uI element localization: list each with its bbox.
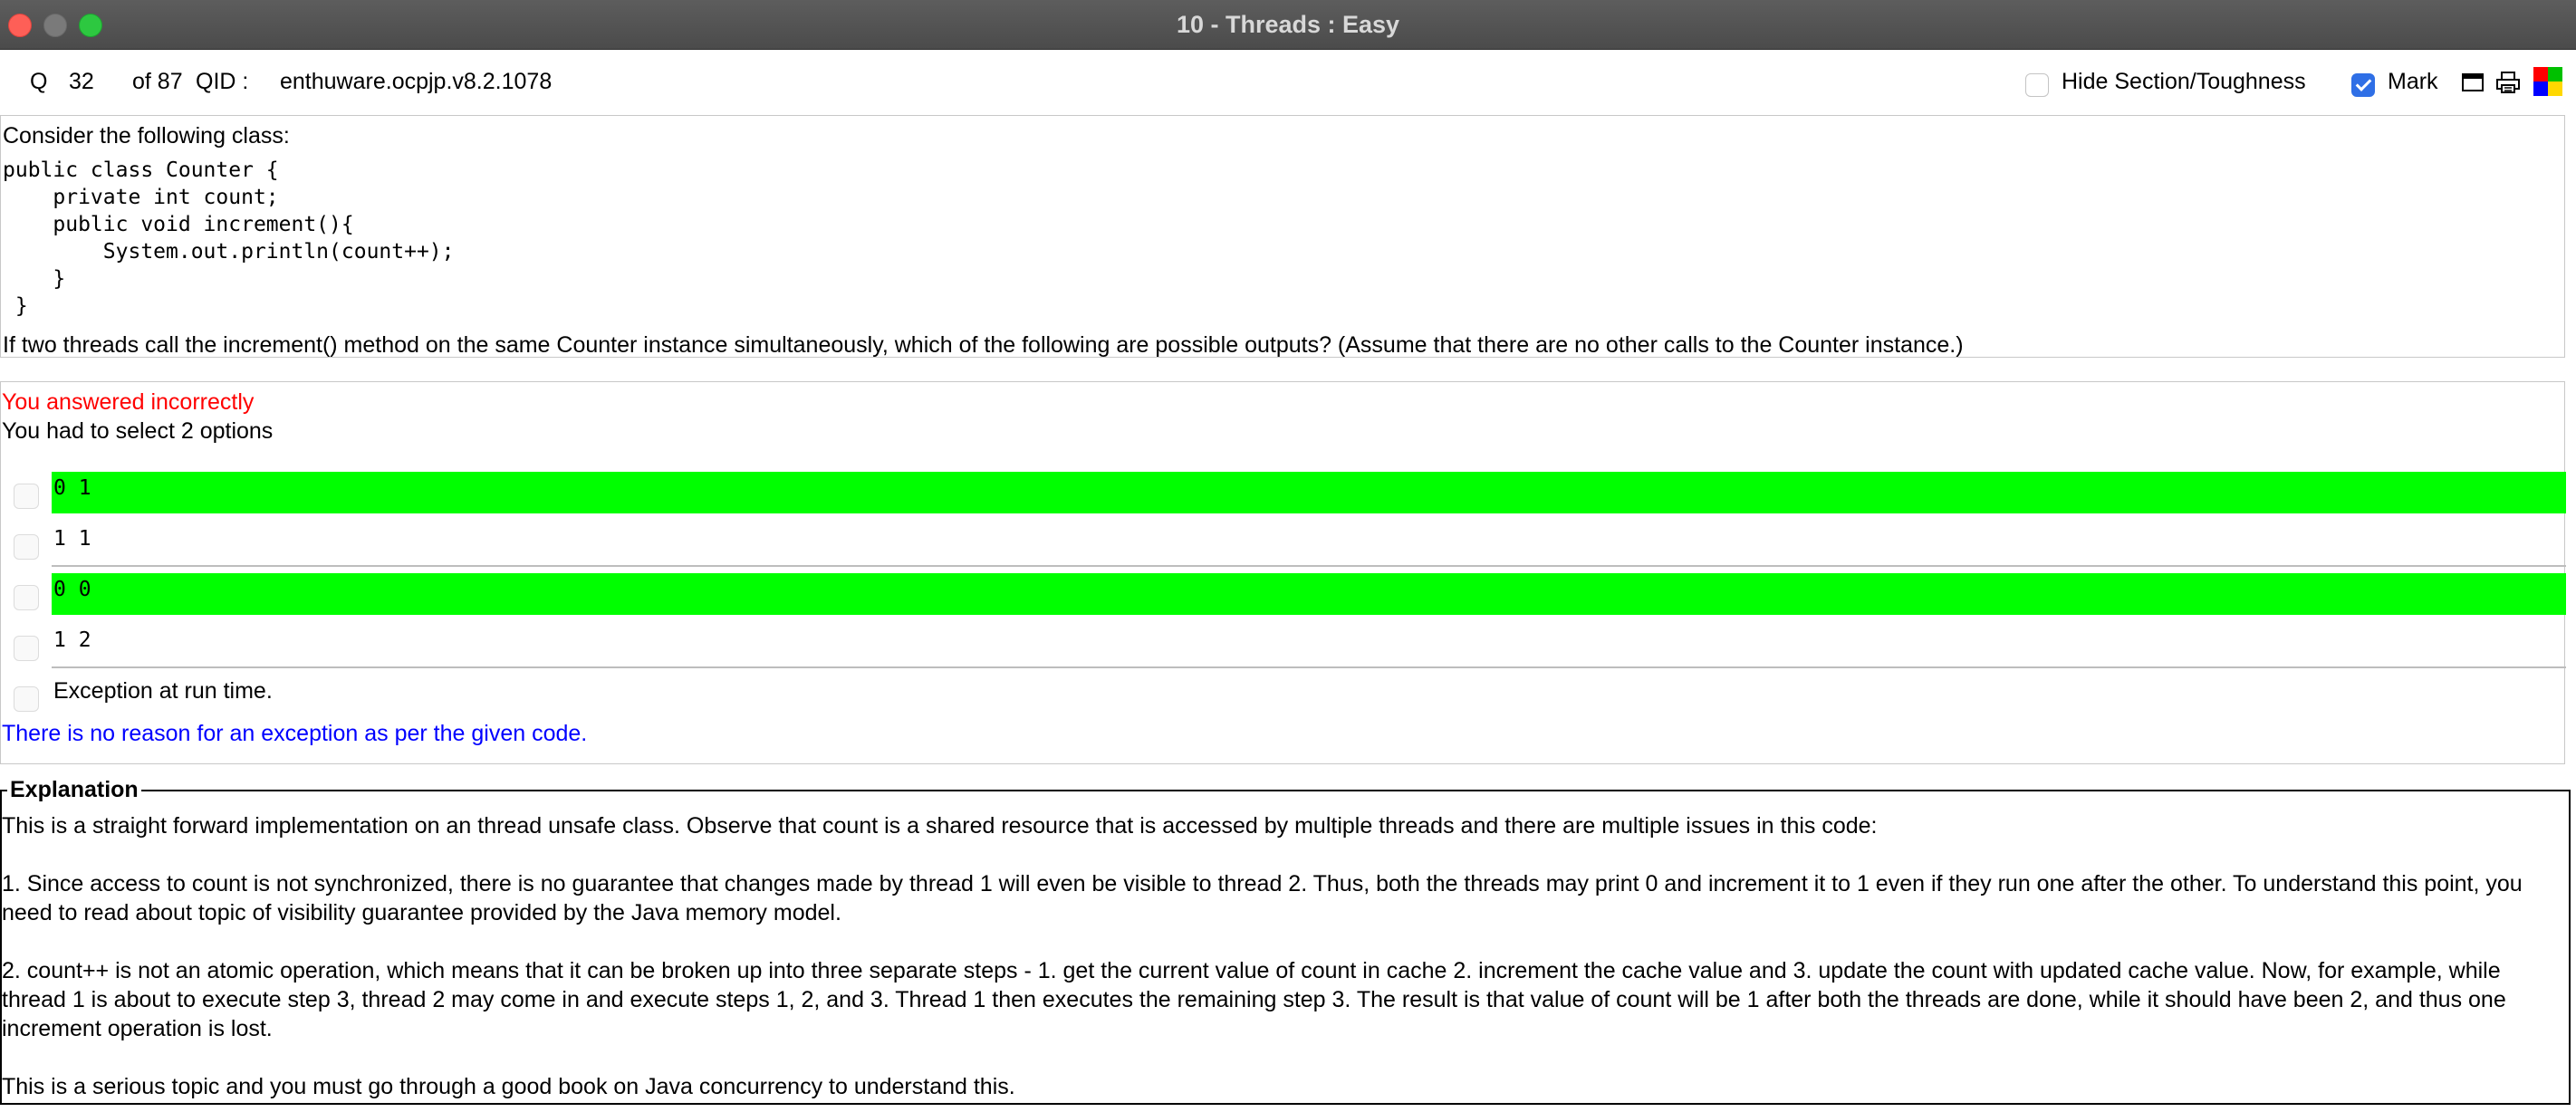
question-text: If two threads call the increment() meth… (3, 332, 1964, 358)
window-titlebar: 10 - Threads : Easy (0, 0, 2576, 50)
option-checkbox[interactable] (14, 534, 39, 560)
option-row[interactable]: 1 1 (1, 522, 2566, 567)
option-label: Exception at run time. (53, 678, 273, 704)
options-required: You had to select 2 options (2, 418, 274, 444)
option-separator (52, 624, 2566, 668)
option-checkbox[interactable] (14, 585, 39, 610)
option-row[interactable]: Exception at run time. (1, 675, 2566, 719)
window-icon[interactable] (2461, 71, 2485, 94)
option-checkbox[interactable] (14, 686, 39, 712)
option-row[interactable]: 0 0 (1, 573, 2566, 618)
question-total: of 87 (132, 69, 183, 94)
option-row[interactable]: 1 2 (1, 624, 2566, 668)
question-label: Q (30, 69, 48, 94)
question-intro: Consider the following class: (3, 123, 290, 149)
option-label: 1 1 (53, 527, 91, 551)
option-label: 0 0 (53, 578, 91, 601)
color-grid-icon[interactable] (2533, 67, 2562, 96)
option-separator (52, 522, 2566, 567)
hide-section-label: Hide Section/Toughness (2062, 69, 2306, 94)
window-title: 10 - Threads : Easy (1176, 11, 1400, 38)
qid-value: enthuware.ocpjp.v8.2.1078 (280, 69, 553, 94)
option-row[interactable]: 0 1 (1, 472, 2566, 516)
qid-label: QID : (196, 69, 249, 94)
question-number: 32 (69, 69, 94, 94)
explanation-text: This is a straight forward implementatio… (2, 813, 2523, 1099)
option-correct-highlight (52, 472, 2566, 513)
code-snippet: public class Counter { private int count… (3, 158, 455, 318)
mark-label: Mark (2388, 69, 2438, 94)
result-status: You answered incorrectly (2, 389, 255, 415)
option-label: 1 2 (53, 628, 91, 652)
explanation-legend: Explanation (7, 777, 141, 803)
explanation-panel: Explanation This is a straight forward i… (0, 777, 2571, 1105)
print-icon[interactable] (2495, 71, 2521, 94)
answer-panel: You answered incorrectly You had to sele… (0, 381, 2566, 764)
option-checkbox[interactable] (14, 484, 39, 509)
question-panel: Consider the following class: public cla… (0, 115, 2565, 358)
option-label: 0 1 (53, 476, 91, 500)
mark-checkbox[interactable] (2351, 73, 2375, 97)
question-header: Q 32 of 87 QID : enthuware.ocpjp.v8.2.10… (0, 49, 2576, 114)
option-correct-highlight (52, 573, 2566, 615)
hide-section-checkbox[interactable] (2025, 73, 2049, 97)
option-checkbox[interactable] (14, 636, 39, 661)
option-explanation-note: There is no reason for an exception as p… (2, 721, 588, 746)
